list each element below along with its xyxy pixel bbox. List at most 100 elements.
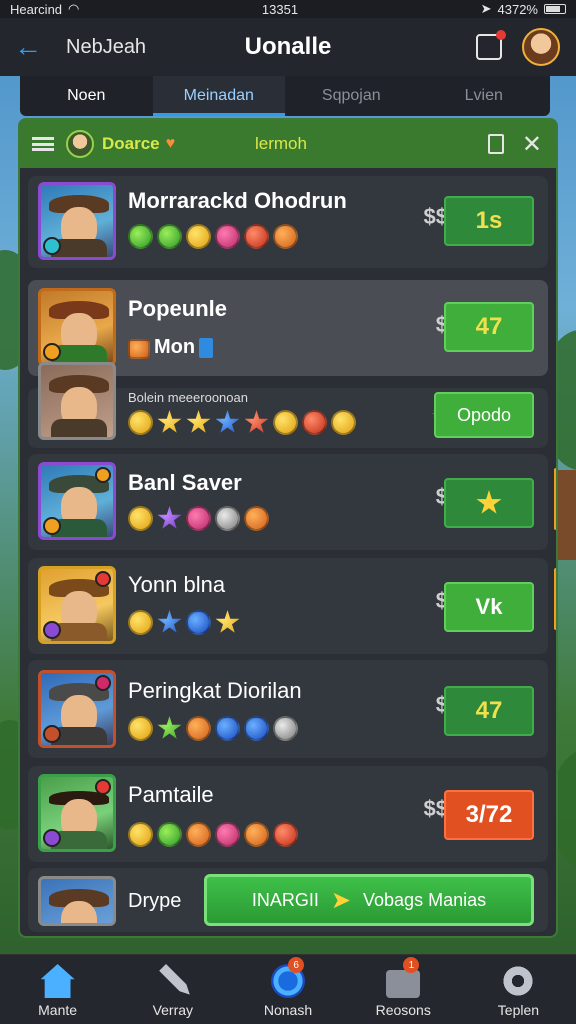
player-portrait (38, 876, 116, 926)
nav-label: Teplen (497, 1002, 540, 1018)
player-row[interactable]: Pamtaile $$ 3/72 (28, 766, 548, 862)
battery-icon (543, 4, 566, 14)
gem-icon (273, 822, 298, 847)
gem-icon (186, 716, 211, 741)
bottom-nav: Mante Verray 6 Nonash 1 Reosons Teplen (0, 954, 576, 1024)
row-action-button[interactable]: Vk (444, 582, 534, 632)
nav-item-home[interactable]: Mante (0, 955, 115, 1024)
nav-item-settings[interactable]: Teplen (461, 955, 576, 1024)
row-action-button[interactable]: 3/72 (444, 790, 534, 840)
tab-noen[interactable]: Noen (20, 76, 153, 116)
status-bar: Hearcind ◠ 13351 ➤ 4372% (0, 0, 576, 18)
tab-bar: Noen Meinadan Sqpojan Lvien (20, 76, 550, 116)
gem-icon (186, 610, 211, 635)
app-header: ← NebJeah Uonalle (0, 18, 576, 76)
tab-sqpojan[interactable]: Sqpojan (285, 76, 418, 116)
star-icon (186, 410, 211, 433)
nav-label: Reosons (375, 1002, 431, 1018)
star-icon (157, 410, 182, 433)
player-portrait (38, 566, 116, 644)
player-portrait (38, 182, 116, 260)
panel-header: Doarce ♥ lermoh ✕ (20, 120, 556, 168)
back-label[interactable]: NebJeah (66, 36, 146, 59)
gem-list (128, 410, 356, 435)
player-portrait (38, 288, 116, 366)
gem-icon (215, 506, 240, 531)
nav-item-tools[interactable]: Verray (115, 955, 230, 1024)
nav-item-box[interactable]: 1 Reosons (346, 955, 461, 1024)
nav-label: Verray (152, 1002, 194, 1018)
nav-label: Mante (38, 1002, 78, 1018)
row-action-button[interactable]: 47 (444, 302, 534, 352)
player-row[interactable]: Bolein meeeroonoan ✹ Opodo (28, 362, 548, 448)
player-subtitle: Mon (154, 336, 196, 358)
star-icon (244, 410, 269, 433)
gem-icon (157, 822, 182, 847)
menu-icon[interactable] (32, 137, 54, 151)
player-row[interactable]: Yonn blna $ Vk (28, 558, 556, 654)
copy-icon[interactable] (488, 134, 504, 154)
carrier-label: Hearcind (10, 1, 63, 17)
player-row[interactable]: Morrarackd Ohodrun $$ 1s (28, 176, 548, 268)
player-row[interactable]: Banl Saver $ (28, 454, 556, 550)
gem-icon (186, 506, 211, 531)
tab-meinadan[interactable]: Meinadan (152, 76, 285, 116)
player-name: Bolein meeeroonoan (128, 390, 248, 405)
row-action-button[interactable]: 1s (444, 196, 534, 246)
row-action-button[interactable]: Opodo (434, 392, 534, 438)
player-name: Peringkat Diorilan (128, 678, 302, 703)
share-button[interactable] (476, 30, 506, 60)
player-name: Popeunle (128, 296, 228, 321)
nav-item-globe[interactable]: 6 Nonash (230, 955, 345, 1024)
gem-icon (273, 716, 298, 741)
tab-lvien[interactable]: Lvien (418, 76, 551, 116)
gem-icon (302, 410, 327, 435)
player-portrait (38, 362, 116, 440)
close-icon[interactable]: ✕ (522, 130, 542, 159)
star-icon (157, 716, 182, 739)
gem-icon (157, 224, 182, 249)
gem-icon (273, 410, 298, 435)
star-icon (476, 490, 502, 514)
guild-avatar (66, 130, 94, 158)
star-icon (215, 410, 240, 433)
player-row[interactable]: Peringkat Diorilan $ 47 (28, 660, 548, 758)
star-icon (157, 610, 182, 633)
cog-icon (501, 964, 536, 998)
badge-icon (128, 338, 150, 359)
gem-icon (331, 410, 356, 435)
arrow-right-icon: ➤ (330, 886, 352, 914)
row-action-button[interactable]: 47 (444, 686, 534, 736)
heart-icon: ♥ (165, 135, 176, 152)
user-avatar[interactable] (522, 28, 560, 66)
gem-icon (128, 224, 153, 249)
scroll-indicator (554, 468, 556, 530)
cta-right-label: Vobags Manias (363, 889, 487, 910)
gem-list (128, 224, 298, 249)
gem-icon (128, 716, 153, 741)
gem-icon (273, 224, 298, 249)
cta-left-label: INARGII (251, 889, 319, 910)
player-row[interactable]: Drype INARGII ➤ Vobags Manias (28, 868, 548, 932)
gem-icon (128, 410, 153, 435)
gem-icon (215, 716, 240, 741)
gem-icon (186, 224, 211, 249)
tools-icon (159, 964, 190, 995)
row-action-button[interactable] (444, 478, 534, 528)
player-name: Banl Saver (128, 470, 242, 495)
gem-icon (215, 224, 240, 249)
gem-list (128, 610, 240, 635)
gem-icon (244, 224, 269, 249)
star-icon (215, 610, 240, 633)
cta-button[interactable]: INARGII ➤ Vobags Manias (204, 874, 534, 926)
back-arrow-icon[interactable]: ← (14, 31, 50, 63)
gem-list (128, 506, 269, 531)
nav-label: Nonash (263, 1002, 313, 1018)
gem-list: Mon (128, 336, 214, 359)
gem-icon (244, 822, 269, 847)
gem-icon (186, 822, 211, 847)
player-portrait (38, 462, 116, 540)
gem-icon (128, 822, 153, 847)
gem-icon (128, 610, 153, 635)
gem-icon (244, 716, 269, 741)
